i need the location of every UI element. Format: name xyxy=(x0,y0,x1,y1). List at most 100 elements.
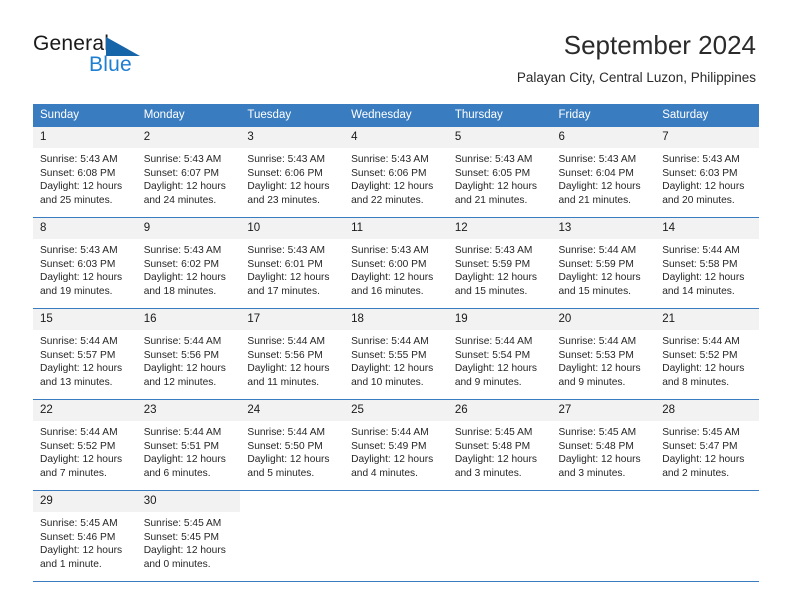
weekday-header-sunday: Sunday xyxy=(33,104,137,127)
day-number: 23 xyxy=(136,400,241,421)
daylight-duration-line1: Daylight: 12 hours xyxy=(247,454,330,466)
calendar-day-cell[interactable]: 12 Sunrise: 5:43 AM Sunset: 5:59 PM Dayligh… xyxy=(447,217,552,309)
sunrise-time: Sunrise: 5:43 AM xyxy=(143,245,222,256)
calendar-day-cell[interactable]: 7 Sunrise: 5:43 AM Sunset: 6:03 PM Daylight… xyxy=(655,126,759,218)
calendar-day-cell[interactable]: 11 Sunrise: 5:43 AM Sunset: 6:00 PM Dayligh… xyxy=(344,217,448,309)
day-number: 13 xyxy=(551,218,656,239)
day-number xyxy=(240,491,345,512)
daylight-duration-line1: Daylight: 12 hours xyxy=(454,454,537,466)
calendar-week-row: 29 Sunrise: 5:45 AM Sunset: 5:46 PM Dayligh… xyxy=(33,490,759,581)
weekday-header-saturday: Saturday xyxy=(655,104,759,127)
daylight-duration-line2: and 15 minutes. xyxy=(558,286,632,298)
calendar-week-row: 1 Sunrise: 5:43 AM Sunset: 6:08 PM Daylight… xyxy=(33,126,759,218)
calendar-day-cell[interactable]: 8 Sunrise: 5:43 AM Sunset: 6:03 PM Daylight… xyxy=(33,217,137,309)
sunset-time: Sunset: 6:06 PM xyxy=(351,167,427,179)
day-number xyxy=(655,491,759,512)
day-details: Sunrise: 5:45 AM Sunset: 5:48 PM Daylight:… xyxy=(448,421,552,481)
daylight-duration-line2: and 13 minutes. xyxy=(40,377,113,389)
day-number: 26 xyxy=(447,400,552,421)
calendar-day-cell[interactable]: 2 Sunrise: 5:43 AM Sunset: 6:07 PM Daylight… xyxy=(136,126,241,218)
daylight-duration-line2: and 23 minutes. xyxy=(247,195,320,207)
calendar-day-cell[interactable]: 3 Sunrise: 5:43 AM Sunset: 6:06 PM Daylight… xyxy=(240,126,345,218)
day-details: Sunrise: 5:43 AM Sunset: 6:05 PM Daylight:… xyxy=(448,148,552,208)
daylight-duration-line1: Daylight: 12 hours xyxy=(662,181,745,193)
day-number: 22 xyxy=(33,400,137,421)
daylight-duration-line2: and 15 minutes. xyxy=(454,286,528,298)
calendar-day-cell[interactable]: 10 Sunrise: 5:43 AM Sunset: 6:01 PM Dayligh… xyxy=(240,217,345,309)
title-block: September 2024 Palayan City, Central Luz… xyxy=(517,29,756,86)
day-details: Sunrise: 5:44 AM Sunset: 5:56 PM Daylight:… xyxy=(137,330,241,390)
sunrise-time: Sunrise: 5:44 AM xyxy=(40,336,118,347)
calendar-page: General Blue September 2024 Palayan City… xyxy=(0,0,792,612)
sunrise-time: Sunrise: 5:43 AM xyxy=(662,154,740,165)
calendar-day-cell[interactable]: 18 Sunrise: 5:44 AM Sunset: 5:55 PM Dayligh… xyxy=(344,308,448,400)
day-details: Sunrise: 5:43 AM Sunset: 6:07 PM Daylight:… xyxy=(137,148,241,208)
calendar-day-cell[interactable]: 30 Sunrise: 5:45 AM Sunset: 5:45 PM Dayligh… xyxy=(136,490,241,581)
sunset-time: Sunset: 6:05 PM xyxy=(454,167,531,179)
day-number: 1 xyxy=(33,127,137,148)
day-number: 28 xyxy=(655,400,759,421)
calendar-day-cell[interactable]: 21 Sunrise: 5:44 AM Sunset: 5:52 PM Dayligh… xyxy=(655,308,759,400)
daylight-duration-line2: and 4 minutes. xyxy=(351,468,418,480)
daylight-duration-line1: Daylight: 12 hours xyxy=(247,272,330,284)
weekday-header-wednesday: Wednesday xyxy=(344,104,448,127)
calendar-day-cell[interactable]: 23 Sunrise: 5:44 AM Sunset: 5:51 PM Dayligh… xyxy=(136,399,241,491)
calendar-day-cell[interactable]: 4 Sunrise: 5:43 AM Sunset: 6:06 PM Daylight… xyxy=(344,126,448,218)
calendar-day-cell[interactable]: 29 Sunrise: 5:45 AM Sunset: 5:46 PM Dayligh… xyxy=(33,490,137,581)
calendar-day-cell[interactable]: 6 Sunrise: 5:43 AM Sunset: 6:04 PM Daylight… xyxy=(551,126,656,218)
calendar-day-cell[interactable]: 22 Sunrise: 5:44 AM Sunset: 5:52 PM Dayligh… xyxy=(33,399,137,491)
calendar-day-cell[interactable]: 27 Sunrise: 5:45 AM Sunset: 5:48 PM Dayligh… xyxy=(551,399,656,491)
daylight-duration-line2: and 12 minutes. xyxy=(143,377,217,389)
daylight-duration-line2: and 3 minutes. xyxy=(454,468,522,480)
sunrise-time: Sunrise: 5:43 AM xyxy=(558,154,637,165)
calendar-day-cell[interactable]: 13 Sunrise: 5:44 AM Sunset: 5:59 PM Dayligh… xyxy=(551,217,656,309)
calendar-day-cell[interactable]: 19 Sunrise: 5:44 AM Sunset: 5:54 PM Dayligh… xyxy=(447,308,552,400)
page-subtitle: Palayan City, Central Luzon, Philippines xyxy=(516,70,756,85)
calendar-day-cell[interactable]: 20 Sunrise: 5:44 AM Sunset: 5:53 PM Dayligh… xyxy=(551,308,656,400)
daylight-duration-line2: and 8 minutes. xyxy=(662,377,730,389)
day-number: 29 xyxy=(33,491,137,512)
day-number: 7 xyxy=(655,127,759,148)
daylight-duration-line1: Daylight: 12 hours xyxy=(558,363,641,375)
calendar-day-cell[interactable]: 26 Sunrise: 5:45 AM Sunset: 5:48 PM Dayligh… xyxy=(447,399,552,491)
sunrise-time: Sunrise: 5:43 AM xyxy=(40,245,118,256)
calendar-day-cell[interactable]: 25 Sunrise: 5:44 AM Sunset: 5:49 PM Dayligh… xyxy=(344,399,448,491)
day-details: Sunrise: 5:44 AM Sunset: 5:54 PM Daylight:… xyxy=(448,330,552,390)
day-details: Sunrise: 5:45 AM Sunset: 5:48 PM Daylight:… xyxy=(552,421,656,481)
daylight-duration-line1: Daylight: 12 hours xyxy=(40,363,123,375)
sunset-time: Sunset: 5:52 PM xyxy=(662,349,738,361)
sunset-time: Sunset: 6:03 PM xyxy=(662,167,738,179)
day-details: Sunrise: 5:43 AM Sunset: 6:06 PM Daylight:… xyxy=(240,148,344,208)
calendar-day-cell[interactable]: 24 Sunrise: 5:44 AM Sunset: 5:50 PM Dayligh… xyxy=(240,399,345,491)
day-number: 8 xyxy=(33,218,137,239)
calendar-bottom-rule xyxy=(33,581,759,582)
sunrise-time: Sunrise: 5:44 AM xyxy=(143,336,222,347)
sunset-time: Sunset: 5:47 PM xyxy=(662,440,738,452)
sunrise-time: Sunrise: 5:45 AM xyxy=(143,518,222,529)
sunrise-time: Sunrise: 5:44 AM xyxy=(558,245,637,256)
weekday-header-friday: Friday xyxy=(551,104,656,127)
day-details: Sunrise: 5:44 AM Sunset: 5:55 PM Daylight:… xyxy=(344,330,448,390)
weekday-header-tuesday: Tuesday xyxy=(240,104,345,127)
sunset-time: Sunset: 5:58 PM xyxy=(662,258,738,270)
calendar-day-cell[interactable]: 17 Sunrise: 5:44 AM Sunset: 5:56 PM Dayligh… xyxy=(240,308,345,400)
sunset-time: Sunset: 5:59 PM xyxy=(558,258,634,270)
daylight-duration-line2: and 3 minutes. xyxy=(558,468,626,480)
day-details: Sunrise: 5:43 AM Sunset: 6:02 PM Daylight:… xyxy=(137,239,241,299)
daylight-duration-line1: Daylight: 12 hours xyxy=(143,272,226,284)
daylight-duration-line2: and 24 minutes. xyxy=(143,195,217,207)
daylight-duration-line2: and 0 minutes. xyxy=(143,559,211,571)
calendar-table: Sunday Monday Tuesday Wednesday Thursday… xyxy=(33,104,759,581)
calendar-day-cell[interactable]: 16 Sunrise: 5:44 AM Sunset: 5:56 PM Dayligh… xyxy=(136,308,241,400)
calendar-day-cell[interactable]: 28 Sunrise: 5:45 AM Sunset: 5:47 PM Dayligh… xyxy=(655,399,759,491)
calendar-day-cell[interactable]: 14 Sunrise: 5:44 AM Sunset: 5:58 PM Dayligh… xyxy=(655,217,759,309)
brand-logo[interactable]: General Blue xyxy=(33,32,213,80)
sunrise-time: Sunrise: 5:43 AM xyxy=(247,245,325,256)
sunset-time: Sunset: 6:02 PM xyxy=(143,258,220,270)
calendar-day-cell[interactable]: 1 Sunrise: 5:43 AM Sunset: 6:08 PM Daylight… xyxy=(33,126,137,218)
calendar-day-cell[interactable]: 5 Sunrise: 5:43 AM Sunset: 6:05 PM Daylight… xyxy=(447,126,552,218)
sunrise-time: Sunrise: 5:44 AM xyxy=(662,245,740,256)
calendar-day-cell[interactable]: 15 Sunrise: 5:44 AM Sunset: 5:57 PM Dayligh… xyxy=(33,308,137,400)
sunset-time: Sunset: 6:01 PM xyxy=(247,258,323,270)
calendar-day-cell[interactable]: 9 Sunrise: 5:43 AM Sunset: 6:02 PM Daylight… xyxy=(136,217,241,309)
